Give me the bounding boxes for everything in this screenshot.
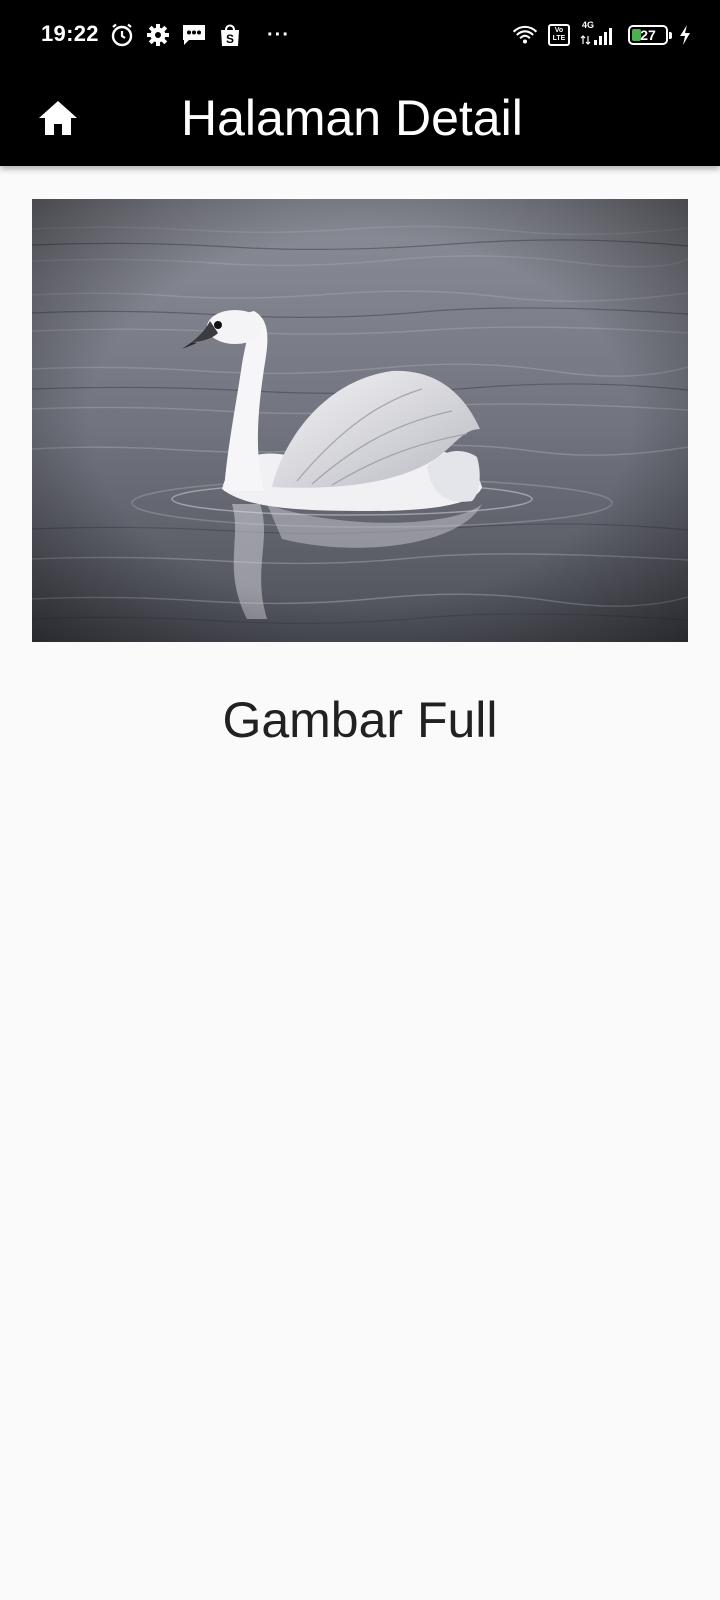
charging-icon: [678, 22, 692, 48]
system-icons: Vo LTE 4G 27: [512, 20, 692, 50]
status-time: 19:22: [41, 21, 99, 46]
battery-icon: 27: [628, 25, 672, 45]
image-caption: Gambar Full: [222, 692, 498, 748]
message-icon: [181, 22, 207, 48]
home-button[interactable]: [32, 92, 84, 144]
app-bar: Halaman Detail: [0, 70, 720, 166]
alarm-icon: [109, 22, 135, 48]
swan-image: [32, 199, 688, 642]
page-title: Halaman Detail: [181, 90, 523, 146]
svg-text:S: S: [226, 32, 234, 46]
wifi-icon: [512, 22, 538, 48]
more-notifications-icon: ···: [267, 23, 290, 46]
notification-icons: S ···: [109, 20, 290, 50]
battery-text: 27: [640, 27, 656, 43]
volte-icon: Vo LTE: [548, 24, 570, 46]
signal-icon: 4G: [580, 20, 618, 48]
settings-icon: [145, 22, 171, 48]
status-bar: 19:22 S ··· Vo LTE 4G 27: [0, 0, 720, 70]
shopee-icon: S: [217, 22, 243, 48]
home-icon: [39, 101, 77, 135]
